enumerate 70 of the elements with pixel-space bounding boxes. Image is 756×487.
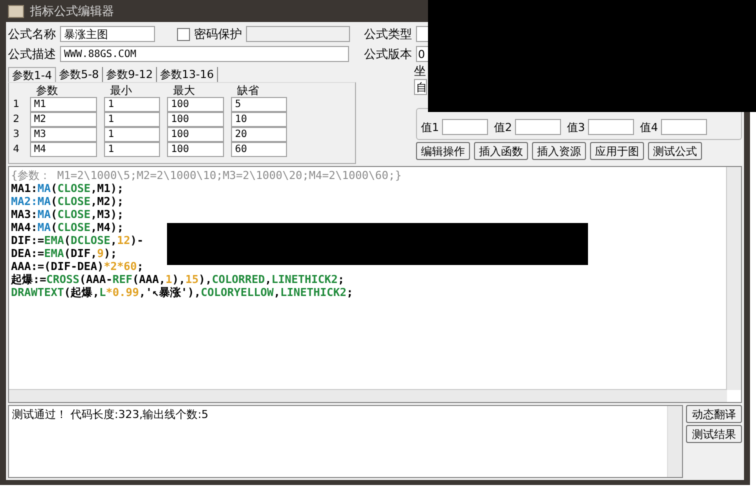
value-label: 值3 (567, 120, 585, 134)
param-field[interactable]: M2 (30, 112, 97, 127)
code-line: DIF:=EMA(DCLOSE,12)- (11, 234, 144, 247)
param-field[interactable]: 100 (167, 112, 224, 127)
param-field[interactable]: M3 (30, 127, 97, 142)
column-header: 参数 (35, 85, 59, 97)
value-label: 值1 (421, 120, 439, 134)
param-field[interactable]: M1 (30, 97, 97, 112)
value-field[interactable] (661, 119, 707, 135)
field-label: 公式描述 (8, 46, 56, 62)
scrollbar[interactable] (9, 389, 727, 402)
scrollbar[interactable] (667, 406, 682, 477)
toolbar-button[interactable]: 插入函数 (474, 142, 528, 160)
param-field[interactable]: 100 (167, 97, 224, 112)
code-line: MA4:MA(CLOSE,M4); (11, 221, 125, 234)
code-line: MA2:MA(CLOSE,M2); (11, 195, 125, 208)
toolbar-button[interactable]: 应用于图 (590, 142, 644, 160)
column-header: 最小 (109, 85, 133, 97)
row-number: 4 (13, 143, 20, 157)
param-field[interactable]: 10 (231, 112, 287, 127)
param-field[interactable]: 5 (231, 97, 287, 112)
window-icon (8, 4, 24, 18)
param-field[interactable]: 60 (231, 142, 287, 157)
name-field[interactable]: 暴涨主图 (60, 26, 155, 42)
window-title: 指标公式编辑器 (30, 2, 114, 20)
param-field[interactable]: 1 (104, 127, 160, 142)
code-line: DRAWTEXT(起爆,L*0.99,'↖暴涨'),COLORYELLOW,LINETHICK2; (11, 286, 354, 299)
param-field[interactable]: 20 (231, 127, 287, 142)
description-field[interactable]: WWW.88GS.COM (60, 46, 349, 62)
row-number: 2 (13, 113, 20, 127)
toolbar-button[interactable]: 测试公式 (648, 142, 702, 160)
field-label: 公式名称 (8, 26, 56, 42)
side-button[interactable]: 动态翻译 (686, 405, 742, 423)
code-line: {参数： M1=2\1000\5;M2=2\1000\10;M3=2\1000\20;M4=2\1000\60;} (11, 169, 403, 182)
code-line: MA3:MA(CLOSE,M3); (11, 208, 125, 221)
param-field[interactable]: 1 (104, 112, 160, 127)
scrollbar[interactable] (726, 167, 741, 390)
code-line: DEA:=EMA(DIF,9); (11, 247, 118, 260)
toolbar-button[interactable]: 插入资源 (532, 142, 586, 160)
param-field[interactable]: 100 (167, 127, 224, 142)
code-line: AAA:=(DIF-DEA)*2*60; (11, 260, 144, 273)
toolbar-button[interactable]: 编辑操作 (416, 142, 470, 160)
side-button[interactable]: 测试结果 (686, 425, 742, 443)
code-line: MA1:MA(CLOSE,M1); (11, 182, 125, 195)
column-header: 最大 (172, 85, 196, 97)
row-number: 3 (13, 128, 20, 142)
param-field[interactable]: 1 (104, 97, 160, 112)
checkbox[interactable] (177, 28, 190, 40)
param-field[interactable]: 100 (167, 142, 224, 157)
checkbox-label: 密码保护 (194, 26, 242, 42)
code-editor[interactable] (8, 166, 742, 403)
value-field[interactable] (588, 119, 634, 135)
axis-field[interactable]: 自 (414, 79, 427, 95)
tab[interactable]: 参数1-4 (8, 67, 56, 82)
value-field[interactable] (515, 119, 561, 135)
column-header: 缺省 (236, 85, 260, 97)
field-label: 公式类型 (364, 26, 412, 42)
result-text: 测试通过！ 代码长度:323,输出线个数:5 (12, 408, 208, 421)
value-label: 值4 (640, 120, 658, 134)
version-field[interactable]: 0 (416, 46, 429, 62)
row-number: 1 (13, 98, 20, 112)
type-field[interactable] (416, 26, 429, 42)
param-field[interactable]: 1 (104, 142, 160, 157)
value-field[interactable] (442, 119, 488, 135)
value-label: 值2 (494, 120, 512, 134)
password-field[interactable] (246, 26, 350, 42)
field-label: 公式版本 (364, 46, 412, 62)
axis-label: 坐 (414, 62, 426, 80)
code-line: 起爆:=CROSS(AAA-REF(AAA,1),15),COLORRED,LINETHICK2; (11, 273, 346, 286)
param-field[interactable]: M4 (30, 142, 97, 157)
